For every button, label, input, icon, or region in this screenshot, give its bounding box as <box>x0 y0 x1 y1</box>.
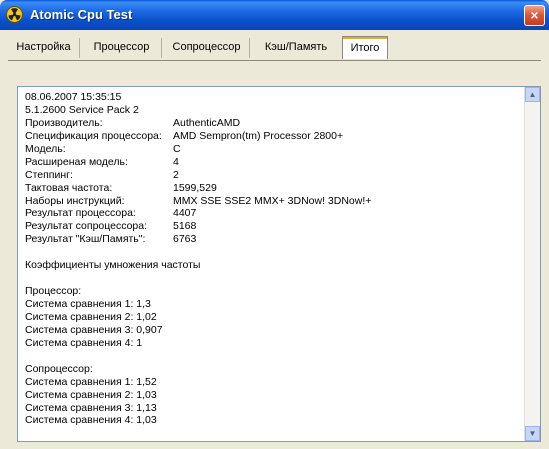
tab-processor[interactable]: Процессор <box>82 38 162 58</box>
fpu-comparison-line: Система сравнения 1: 1,52 <box>25 375 157 388</box>
scroll-down-icon[interactable]: ▼ <box>525 426 540 441</box>
field-value: 4 <box>173 155 179 168</box>
field-label: Результат "Кэш/Память": <box>25 233 146 246</box>
tab-label: Сопроцессор <box>172 41 241 53</box>
field-label: Модель: <box>25 142 66 155</box>
report-field: Результат процессора: 4407 <box>25 207 525 220</box>
report-field: Результат сопроцессора: 5168 <box>25 220 525 233</box>
scroll-up-icon[interactable]: ▲ <box>525 87 540 102</box>
fpu-comparison-line: Система сравнения 2: 1,03 <box>25 388 157 401</box>
field-label: Степпинг: <box>25 168 73 181</box>
field-label: Результат процессора: <box>25 207 136 220</box>
tab-coprocessor[interactable]: Сопроцессор <box>164 38 250 58</box>
field-label: Производитель: <box>25 116 103 129</box>
field-value: 5168 <box>173 220 197 233</box>
field-label: Расширеная модель: <box>25 155 128 168</box>
multipliers-heading: Коэффициенты умножения частоты <box>25 259 201 272</box>
field-value: C <box>173 142 181 155</box>
cpu-heading: Процессор: <box>25 285 82 298</box>
report-datetime: 08.06.2007 15:35:15 <box>25 91 122 103</box>
tab-summary[interactable]: Итого <box>342 36 388 59</box>
field-value: MMX SSE SSE2 MMX+ 3DNow! 3DNow!+ <box>173 194 372 207</box>
tab-label: Процессор <box>93 41 150 53</box>
report-text: 08.06.2007 15:35:15 5.1.2600 Service Pac… <box>25 91 525 439</box>
fpu-comparison-line: Система сравнения 3: 1,13 <box>25 401 157 414</box>
report-field: Наборы инструкций: MMX SSE SSE2 MMX+ 3DNo… <box>25 195 525 208</box>
report-panel[interactable]: 08.06.2007 15:35:15 5.1.2600 Service Pac… <box>17 86 541 442</box>
field-value: AMD Sempron(tm) Processor 2800+ <box>173 129 344 142</box>
field-value: 6763 <box>173 233 197 246</box>
report-field: Тактовая частота: 1599,529 <box>25 182 525 195</box>
field-label: Наборы инструкций: <box>25 194 125 207</box>
field-value: 4407 <box>173 207 197 220</box>
tab-settings[interactable]: Настройка <box>8 38 80 58</box>
report-field: Производитель: AuthenticAMD <box>25 117 525 130</box>
title-bar[interactable]: Atomic Cpu Test × <box>0 0 549 30</box>
tab-label: Кэш/Память <box>264 41 328 53</box>
cpu-comparison-line: Система сравнения 2: 1,02 <box>25 310 157 323</box>
field-label: Спецификация процессора: <box>25 129 162 142</box>
field-value: 1599,529 <box>173 181 217 194</box>
report-field: Степпинг: 2 <box>25 169 525 182</box>
window-title: Atomic Cpu Test <box>30 7 133 22</box>
report-field: Результат "Кэш/Память": 6763 <box>25 233 525 246</box>
close-icon: × <box>530 7 539 23</box>
field-label: Тактовая частота: <box>25 181 113 194</box>
tab-label: Итого <box>350 42 380 54</box>
cpu-comparison-line: Система сравнения 4: 1 <box>25 336 143 349</box>
report-field: Модель: C <box>25 143 525 156</box>
fpu-heading: Сопроцессор: <box>25 362 93 375</box>
report-field: Расширеная модель: 4 <box>25 156 525 169</box>
field-label: Результат сопроцессора: <box>25 220 148 233</box>
cpu-comparison-line: Система сравнения 1: 1,3 <box>25 298 151 310</box>
close-button[interactable]: × <box>524 5 545 26</box>
radiation-icon[interactable] <box>6 6 23 23</box>
tab-cache-memory[interactable]: Кэш/Память <box>252 38 340 58</box>
vertical-scrollbar[interactable]: ▲ ▼ <box>524 87 540 441</box>
report-os-version: 5.1.2600 Service Pack 2 <box>25 103 139 116</box>
report-field: Спецификация процессора: AMD Sempron(tm) … <box>25 130 525 143</box>
field-value: 2 <box>173 168 179 181</box>
tab-divider <box>8 60 541 61</box>
field-value: AuthenticAMD <box>173 116 241 129</box>
tab-label: Настройка <box>16 41 71 53</box>
fpu-comparison-line: Система сравнения 4: 1,03 <box>25 414 157 427</box>
cpu-comparison-line: Система сравнения 3: 0,907 <box>25 323 163 336</box>
